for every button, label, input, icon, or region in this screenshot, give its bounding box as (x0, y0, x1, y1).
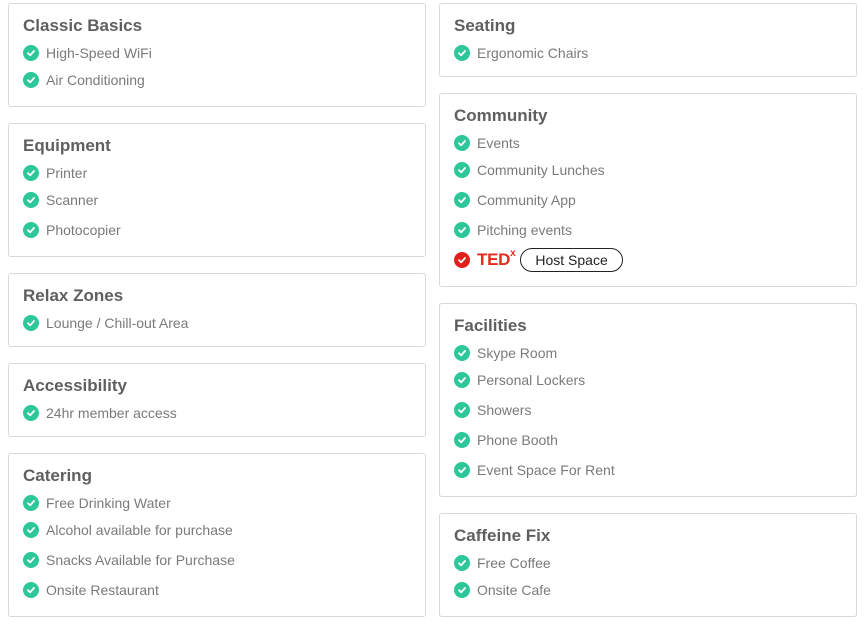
amenity-label: Air Conditioning (46, 72, 145, 88)
card-title: Seating (454, 16, 516, 35)
card-title: Caffeine Fix (454, 526, 551, 545)
card-title: Facilities (454, 316, 527, 335)
card-accessibility: Accessibility 24hr member access (8, 363, 426, 437)
amenity-item: Onsite Restaurant (23, 575, 411, 605)
check-circle-icon (454, 372, 470, 388)
check-circle-icon (23, 552, 39, 568)
amenity-label: High-Speed WiFi (46, 45, 152, 61)
card-title: Equipment (23, 136, 111, 155)
amenity-item: Community App (454, 185, 842, 215)
amenity-label: Lounge / Chill-out Area (46, 315, 189, 331)
check-circle-icon (454, 162, 470, 178)
check-circle-icon (23, 315, 39, 331)
card-catering: Catering Free Drinking Water Alcohol ava… (8, 453, 426, 617)
host-space-button[interactable]: Host Space (520, 248, 623, 272)
card-title: Relax Zones (23, 286, 124, 305)
amenity-label: Alcohol available for purchase (46, 522, 233, 538)
amenity-label: Phone Booth (477, 432, 558, 448)
check-circle-icon (454, 432, 470, 448)
amenity-label: Events (477, 135, 520, 151)
amenity-label: Community Lunches (477, 162, 605, 178)
card-title: Community (454, 106, 548, 125)
check-circle-icon (23, 222, 39, 238)
amenity-label: Personal Lockers (477, 372, 586, 388)
tedx-logo: TEDx (477, 248, 516, 269)
amenity-item: Ergonomic Chairs (454, 41, 842, 65)
amenity-label: Snacks Available for Purchase (46, 552, 235, 568)
amenity-item: Onsite Cafe (454, 575, 842, 605)
amenity-label: Showers (477, 402, 532, 418)
check-circle-icon (454, 135, 470, 151)
check-circle-icon (454, 222, 470, 238)
amenity-item: Lounge / Chill-out Area (23, 311, 411, 335)
card-facilities: Facilities Skype Room Personal Lockers S… (439, 303, 857, 497)
card-title: Accessibility (23, 376, 127, 395)
amenities-right-column: Seating Ergonomic Chairs Community Event… (439, 3, 857, 633)
amenity-label: Community App (477, 192, 576, 208)
check-circle-icon (23, 192, 39, 208)
amenity-item: Scanner (23, 185, 411, 215)
amenity-label: Event Space For Rent (477, 462, 615, 478)
check-circle-icon (23, 72, 39, 88)
card-title: Catering (23, 466, 92, 485)
amenity-item: Skype Room (454, 341, 842, 365)
amenity-item: Personal Lockers (454, 365, 842, 395)
amenity-item: Showers (454, 395, 842, 425)
check-circle-icon (454, 192, 470, 208)
check-circle-icon (23, 165, 39, 181)
card-classic-basics: Classic Basics High-Speed WiFi Air Condi… (8, 3, 426, 107)
amenity-label: Ergonomic Chairs (477, 45, 589, 61)
amenity-label: Skype Room (477, 345, 558, 361)
check-circle-icon (454, 45, 470, 61)
amenity-item: Photocopier (23, 215, 411, 245)
amenity-item: Events (454, 131, 842, 155)
amenity-label: Scanner (46, 192, 99, 208)
amenity-item: Free Drinking Water (23, 491, 411, 515)
amenity-label: Free Drinking Water (46, 495, 171, 511)
amenity-item: Community Lunches (454, 155, 842, 185)
check-circle-icon (454, 462, 470, 478)
amenity-label: Free Coffee (477, 555, 551, 571)
check-circle-icon (454, 555, 470, 571)
amenity-item: Printer (23, 161, 411, 185)
amenity-item: High-Speed WiFi (23, 41, 411, 65)
card-relax-zones: Relax Zones Lounge / Chill-out Area (8, 273, 426, 347)
amenity-item: 24hr member access (23, 401, 411, 425)
card-equipment: Equipment Printer Scanner Photocopier (8, 123, 426, 257)
amenity-item: Air Conditioning (23, 65, 411, 95)
amenity-item: Phone Booth (454, 425, 842, 455)
check-circle-icon (23, 405, 39, 421)
amenity-label: Pitching events (477, 222, 572, 238)
amenity-label: 24hr member access (46, 405, 177, 421)
amenity-label: Photocopier (46, 222, 121, 238)
check-circle-icon (454, 402, 470, 418)
check-circle-icon (454, 582, 470, 598)
amenity-item: Free Coffee (454, 551, 842, 575)
amenity-item: Event Space For Rent (454, 455, 842, 485)
check-circle-icon (454, 345, 470, 361)
amenity-label: Onsite Cafe (477, 582, 551, 598)
check-circle-icon (23, 495, 39, 511)
card-caffeine-fix: Caffeine Fix Free Coffee Onsite Cafe (439, 513, 857, 617)
card-community: Community Events Community Lunches Commu… (439, 93, 857, 287)
amenity-item: Pitching events (454, 215, 842, 245)
amenity-label: Onsite Restaurant (46, 582, 159, 598)
check-circle-icon (23, 45, 39, 61)
amenity-label: Printer (46, 165, 88, 181)
check-circle-icon (23, 582, 39, 598)
amenity-item: Alcohol available for purchase (23, 515, 411, 545)
card-seating: Seating Ergonomic Chairs (439, 3, 857, 77)
tedx-item: TEDx Host Space (454, 245, 842, 275)
check-circle-icon (454, 252, 470, 268)
card-title: Classic Basics (23, 16, 143, 35)
amenities-left-column: Classic Basics High-Speed WiFi Air Condi… (8, 3, 426, 633)
check-circle-icon (23, 522, 39, 538)
amenity-item: Snacks Available for Purchase (23, 545, 411, 575)
